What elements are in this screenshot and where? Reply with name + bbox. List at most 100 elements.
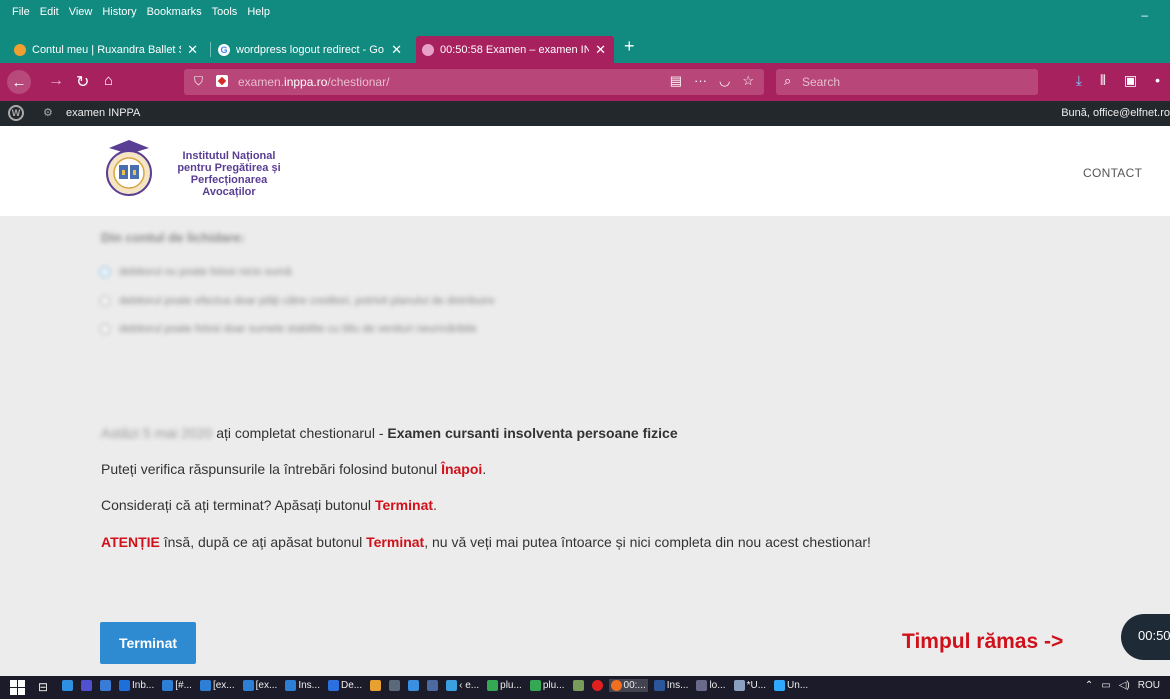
download-icon[interactable]: ⤓ bbox=[1076, 72, 1082, 89]
reload-button[interactable]: ↻ bbox=[76, 72, 89, 92]
edge-icon[interactable] bbox=[60, 679, 75, 692]
taskbar-item[interactable]: *U... bbox=[732, 679, 768, 692]
institute-name[interactable]: Institutul Național pentru Pregătirea și… bbox=[164, 150, 294, 198]
menu-help[interactable]: Help bbox=[247, 6, 270, 18]
text: , nu vă veți mai putea întoarce și nici … bbox=[424, 534, 871, 550]
site-name-link[interactable]: examen INPPA bbox=[66, 107, 140, 119]
network-icon[interactable]: ▭ bbox=[1101, 680, 1110, 691]
answer-option[interactable]: debitorul poate efectua doar plăți către… bbox=[100, 295, 494, 307]
page-actions-icon[interactable]: ··· bbox=[694, 73, 707, 89]
menu-file[interactable]: File bbox=[12, 6, 30, 18]
minimize-button[interactable]: – bbox=[1141, 8, 1148, 22]
taskbar-item[interactable]: Ins... bbox=[283, 679, 322, 692]
taskbar-item[interactable]: plu... bbox=[528, 679, 567, 692]
tab-strip: Contul meu | Ruxandra Ballet S ✕ G wordp… bbox=[0, 33, 1170, 63]
menu-edit[interactable]: Edit bbox=[40, 6, 59, 18]
forward-button[interactable]: → bbox=[48, 72, 64, 90]
inppa-seal-logo[interactable] bbox=[105, 138, 153, 198]
taskbar-item-label: lo... bbox=[709, 680, 726, 691]
taskbar-item[interactable]: Inb... bbox=[117, 679, 156, 692]
app-icon[interactable] bbox=[425, 679, 440, 692]
taskbar-item-firefox[interactable]: 00:... bbox=[608, 679, 648, 692]
time-left-label: Timpul rămas -> bbox=[902, 630, 1064, 653]
bookmark-star-icon[interactable]: ☆ bbox=[742, 73, 754, 89]
finish-button[interactable]: Terminat bbox=[100, 622, 196, 664]
chevron-up-icon[interactable]: ⌃ bbox=[1085, 680, 1093, 691]
extension-icon[interactable]: • bbox=[1155, 72, 1160, 89]
radio-button[interactable] bbox=[100, 296, 110, 306]
new-tab-button[interactable]: + bbox=[624, 36, 635, 57]
windows-taskbar: ⊟ Inb... [#... [ex... [ex... Ins... De..… bbox=[0, 676, 1170, 699]
url-text: examen.inppa.ro/chestionar/ bbox=[238, 75, 390, 89]
menu-list: File Edit View History Bookmarks Tools H… bbox=[12, 6, 270, 18]
menu-view[interactable]: View bbox=[69, 6, 93, 18]
ie-icon[interactable] bbox=[406, 679, 421, 692]
answer-option[interactable]: debitorul nu poate folosi nicio sumă bbox=[100, 266, 291, 278]
reader-view-icon[interactable]: ▤ bbox=[670, 73, 682, 89]
taskbar-item[interactable]: [#... bbox=[160, 679, 194, 692]
menu-bar: File Edit View History Bookmarks Tools H… bbox=[0, 0, 1170, 33]
taskbar-item[interactable]: [ex... bbox=[241, 679, 280, 692]
question-title: Din contul de lichidare: bbox=[101, 230, 245, 245]
search-field[interactable]: ⌕ Search bbox=[776, 69, 1038, 95]
taskbar-item-label: Ins... bbox=[666, 680, 689, 691]
close-icon[interactable]: ✕ bbox=[391, 42, 402, 58]
answer-option[interactable]: debitorul poate folosi doar sumele stabi… bbox=[100, 323, 477, 335]
sidebar-icon[interactable]: ▣ bbox=[1124, 72, 1137, 89]
taskbar-item[interactable]: [ex... bbox=[198, 679, 237, 692]
taskbar-item[interactable]: ‹ e... bbox=[444, 679, 481, 692]
menu-bookmarks[interactable]: Bookmarks bbox=[147, 6, 202, 18]
text: . bbox=[482, 461, 487, 477]
app-icon[interactable] bbox=[79, 679, 94, 692]
taskbar-item-label: Un... bbox=[787, 680, 809, 691]
search-icon: ⌕ bbox=[784, 73, 792, 88]
tab-label: Contul meu | Ruxandra Ballet S bbox=[32, 43, 182, 56]
tab-examen-active[interactable]: 00:50:58 Examen – examen INP ✕ bbox=[416, 36, 614, 63]
opera-icon[interactable] bbox=[590, 679, 605, 692]
taskbar-item-label: *U... bbox=[746, 680, 767, 691]
taskbar-item-label: [#... bbox=[175, 680, 192, 691]
radio-button[interactable] bbox=[100, 324, 110, 334]
warning-keyword: ATENȚIE bbox=[101, 534, 160, 550]
menu-history[interactable]: History bbox=[102, 6, 136, 18]
finish-keyword: Terminat bbox=[374, 497, 434, 513]
close-icon[interactable]: ✕ bbox=[187, 42, 198, 58]
radio-button[interactable] bbox=[100, 267, 110, 277]
taskbar-item-label: [ex... bbox=[212, 680, 235, 691]
library-icon[interactable]: ⫴ bbox=[1100, 72, 1106, 89]
account-greeting[interactable]: Bună, office@elfnet.ro bbox=[1061, 107, 1170, 119]
app-icon[interactable] bbox=[571, 679, 586, 692]
tab-contul-meu[interactable]: Contul meu | Ruxandra Ballet S ✕ bbox=[8, 36, 206, 63]
taskbar-item[interactable]: lo... bbox=[694, 679, 727, 692]
address-bar[interactable]: ⛉ examen.inppa.ro/chestionar/ ▤ ··· ◡ ☆ bbox=[184, 69, 764, 95]
menu-tools[interactable]: Tools bbox=[212, 6, 238, 18]
taskbar-item[interactable]: Un... bbox=[772, 679, 810, 692]
app-icon[interactable] bbox=[368, 679, 383, 692]
finish-keyword: Terminat bbox=[366, 534, 425, 550]
dashboard-icon[interactable]: ⚙ bbox=[43, 106, 53, 119]
back-button[interactable]: ← bbox=[7, 70, 31, 94]
pocket-icon[interactable]: ◡ bbox=[719, 73, 730, 89]
taskbar-item-label: [ex... bbox=[255, 680, 278, 691]
task-view-icon[interactable]: ⊟ bbox=[38, 680, 48, 694]
contact-link[interactable]: CONTACT bbox=[1083, 166, 1142, 180]
shield-icon: ⛉ bbox=[194, 74, 204, 88]
taskbar-item[interactable]: plu... bbox=[485, 679, 524, 692]
taskbar-item[interactable]: Ins... bbox=[652, 679, 691, 692]
wordpress-icon[interactable]: W bbox=[8, 105, 24, 121]
exam-name: Examen cursanti insolventa persoane fizi… bbox=[387, 425, 678, 441]
back-keyword: Înapoi bbox=[441, 461, 483, 477]
close-icon[interactable]: ✕ bbox=[595, 42, 606, 58]
app-icon[interactable] bbox=[387, 679, 402, 692]
taskbar-item-label: Inb... bbox=[132, 680, 155, 691]
app-icon[interactable] bbox=[98, 679, 113, 692]
language-indicator[interactable]: ROU bbox=[1138, 680, 1160, 691]
review-hint: Puteți verifica răspunsurile la întrebăr… bbox=[101, 461, 486, 477]
windows-start-icon[interactable] bbox=[10, 680, 25, 695]
tab-wordpress-logout[interactable]: G wordpress logout redirect - Go ✕ bbox=[212, 36, 410, 63]
text: Considerați că ați terminat? Apăsați but… bbox=[101, 497, 375, 513]
taskbar-item-label: ‹ e... bbox=[459, 680, 480, 691]
home-button[interactable]: ⌂ bbox=[104, 72, 113, 89]
taskbar-item[interactable]: De... bbox=[326, 679, 364, 692]
speaker-icon[interactable]: ◁) bbox=[1119, 680, 1130, 691]
